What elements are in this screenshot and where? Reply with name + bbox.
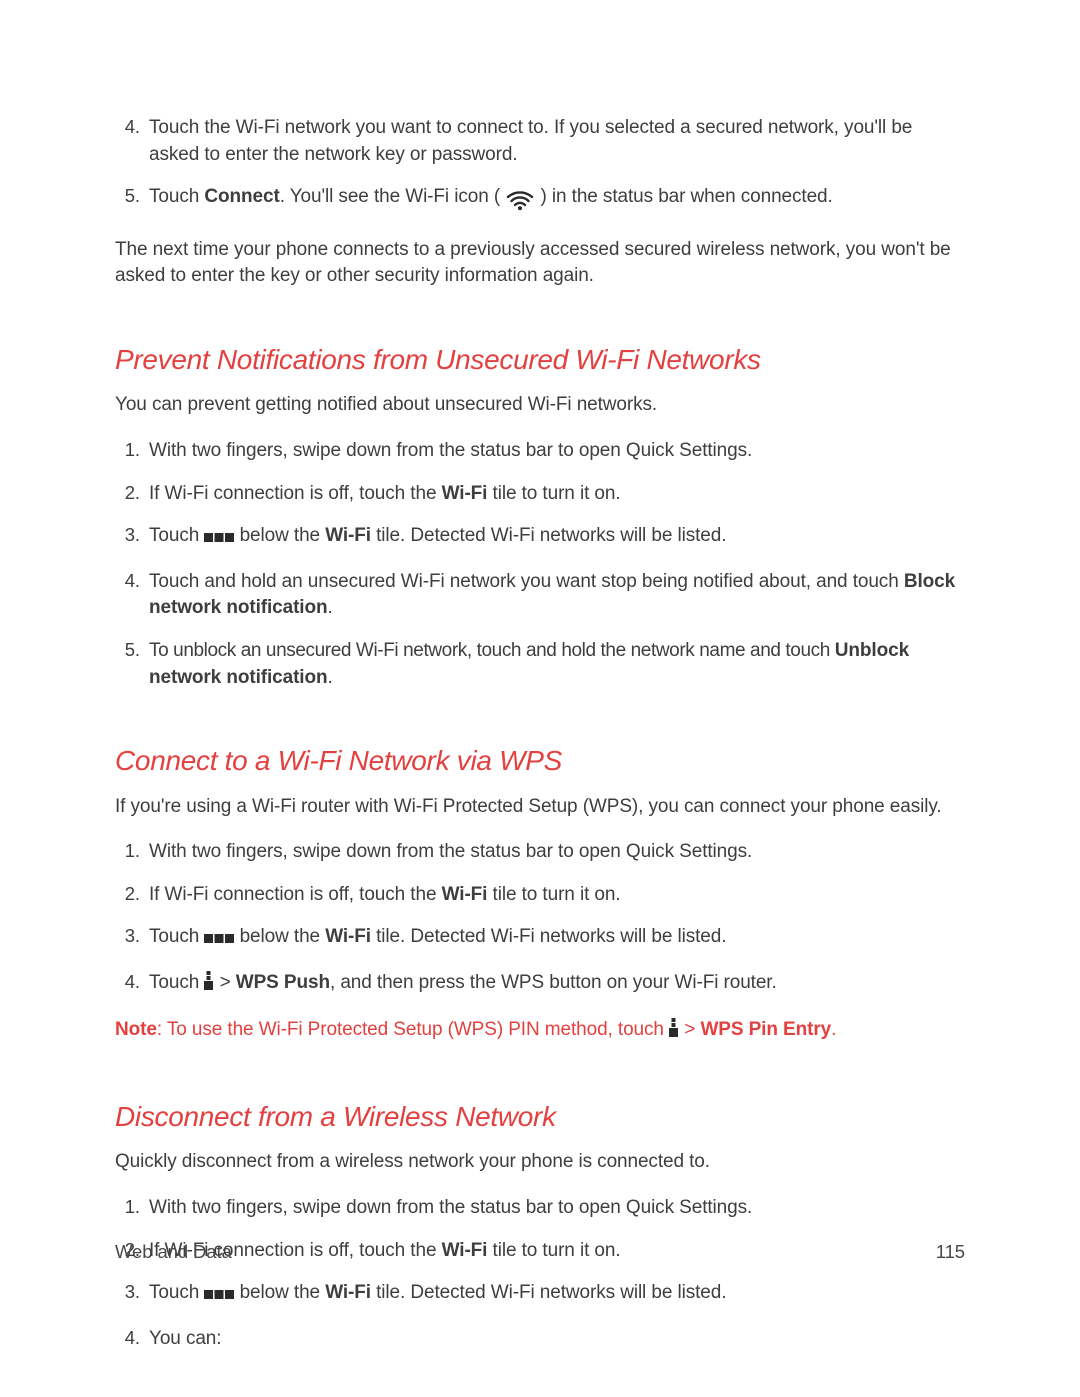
list-item: Touch below the Wi-Fi tile. Detected Wi-… [145,1279,965,1310]
text-fragment: . [328,597,333,618]
text-fragment: Touch [149,525,204,546]
bold-text: Wi-Fi [442,884,488,905]
section-heading: Prevent Notifications from Unsecured Wi-… [115,342,965,378]
menu-dots-icon [669,1018,679,1047]
text-fragment: Touch and hold an unsecured Wi-Fi networ… [149,571,904,592]
bold-text: WPS Push [236,972,330,993]
footer-page-number: 115 [936,1241,965,1263]
list-item: If Wi-Fi connection is off, touch the Wi… [145,881,965,909]
bold-text: Wi-Fi [325,525,371,546]
list-item: With two fingers, swipe down from the st… [145,838,965,866]
footer-section-title: Web and Data [115,1241,232,1263]
paragraph: The next time your phone connects to a p… [115,237,965,290]
section1-list: With two fingers, swipe down from the st… [115,437,965,691]
text-fragment: below the [234,1282,325,1303]
text-fragment: tile to turn it on. [487,884,620,905]
text-fragment: Touch [149,926,204,947]
page-footer: Web and Data 115 [115,1241,965,1263]
section2-list: With two fingers, swipe down from the st… [115,838,965,999]
text-fragment: If Wi-Fi connection is off, touch the [149,884,442,905]
list-item-text: You can: [149,1328,221,1349]
list-item: With two fingers, swipe down from the st… [145,437,965,465]
section-heading: Disconnect from a Wireless Network [115,1099,965,1135]
list-item: Touch below the Wi-Fi tile. Detected Wi-… [145,923,965,954]
bold-text: Wi-Fi [442,483,488,504]
list-item-text: Touch the Wi-Fi network you want to conn… [149,117,912,165]
text-fragment: , and then press the WPS button on your … [330,972,777,993]
section-intro: If you're using a Wi-Fi router with Wi-F… [115,794,965,821]
menu-dots-icon [204,971,214,1000]
text-fragment: . [328,667,333,688]
text-fragment: tile. Detected Wi-Fi networks will be li… [371,926,726,947]
list-item: Touch and hold an unsecured Wi-Fi networ… [145,568,965,622]
bold-text: Wi-Fi [325,1282,371,1303]
list-item-text: With two fingers, swipe down from the st… [149,440,752,461]
note: Note: To use the Wi-Fi Protected Setup (… [115,1017,965,1047]
section-intro: Quickly disconnect from a wireless netwo… [115,1149,965,1176]
list-item-text: With two fingers, swipe down from the st… [149,841,752,862]
text-fragment: Touch [149,1282,204,1303]
list-item: Touch below the Wi-Fi tile. Detected Wi-… [145,522,965,553]
note-text: : To use the Wi-Fi Protected Setup (WPS)… [157,1019,669,1040]
section-heading: Connect to a Wi-Fi Network via WPS [115,743,965,779]
text-fragment: . You'll see the Wi-Fi icon ( [280,186,500,207]
list-item: You can: [145,1325,965,1353]
list-item: Touch > WPS Push, and then press the WPS… [145,969,965,1000]
list-item: Touch Connect. You'll see the Wi-Fi icon… [145,183,965,221]
text-fragment: tile. Detected Wi-Fi networks will be li… [371,1282,726,1303]
list-item: With two fingers, swipe down from the st… [145,1194,965,1222]
section3-list: With two fingers, swipe down from the st… [115,1194,965,1352]
three-squares-icon [204,927,234,954]
text-fragment: tile to turn it on. [487,483,620,504]
note-text: . [831,1019,836,1040]
text-fragment: Touch [149,186,204,207]
bold-text: Wi-Fi [325,926,371,947]
list-item-text: With two fingers, swipe down from the st… [149,1197,752,1218]
text-fragment: below the [234,926,325,947]
note-bold: WPS Pin Entry [700,1019,831,1040]
text-fragment: below the [234,525,325,546]
text-fragment: To unblock an unsecured Wi-Fi network, t… [149,640,835,661]
intro-ordered-list: Touch the Wi-Fi network you want to conn… [115,114,965,221]
bold-text: Connect [204,186,279,207]
section-intro: You can prevent getting notified about u… [115,392,965,419]
note-text: > [679,1019,700,1040]
text-fragment: Touch [149,972,204,993]
text-fragment: tile. Detected Wi-Fi networks will be li… [371,525,726,546]
document-page: Touch the Wi-Fi network you want to conn… [0,0,1080,1397]
three-squares-icon [204,526,234,553]
three-squares-icon [204,1283,234,1310]
note-label: Note [115,1019,157,1040]
text-fragment: > [214,972,235,993]
wifi-icon [505,184,535,221]
list-item: Touch the Wi-Fi network you want to conn… [145,114,965,168]
text-fragment: ) in the status bar when connected. [540,186,832,207]
list-item: To unblock an unsecured Wi-Fi network, t… [145,637,965,691]
text-fragment: If Wi-Fi connection is off, touch the [149,483,442,504]
list-item: If Wi-Fi connection is off, touch the Wi… [145,480,965,508]
